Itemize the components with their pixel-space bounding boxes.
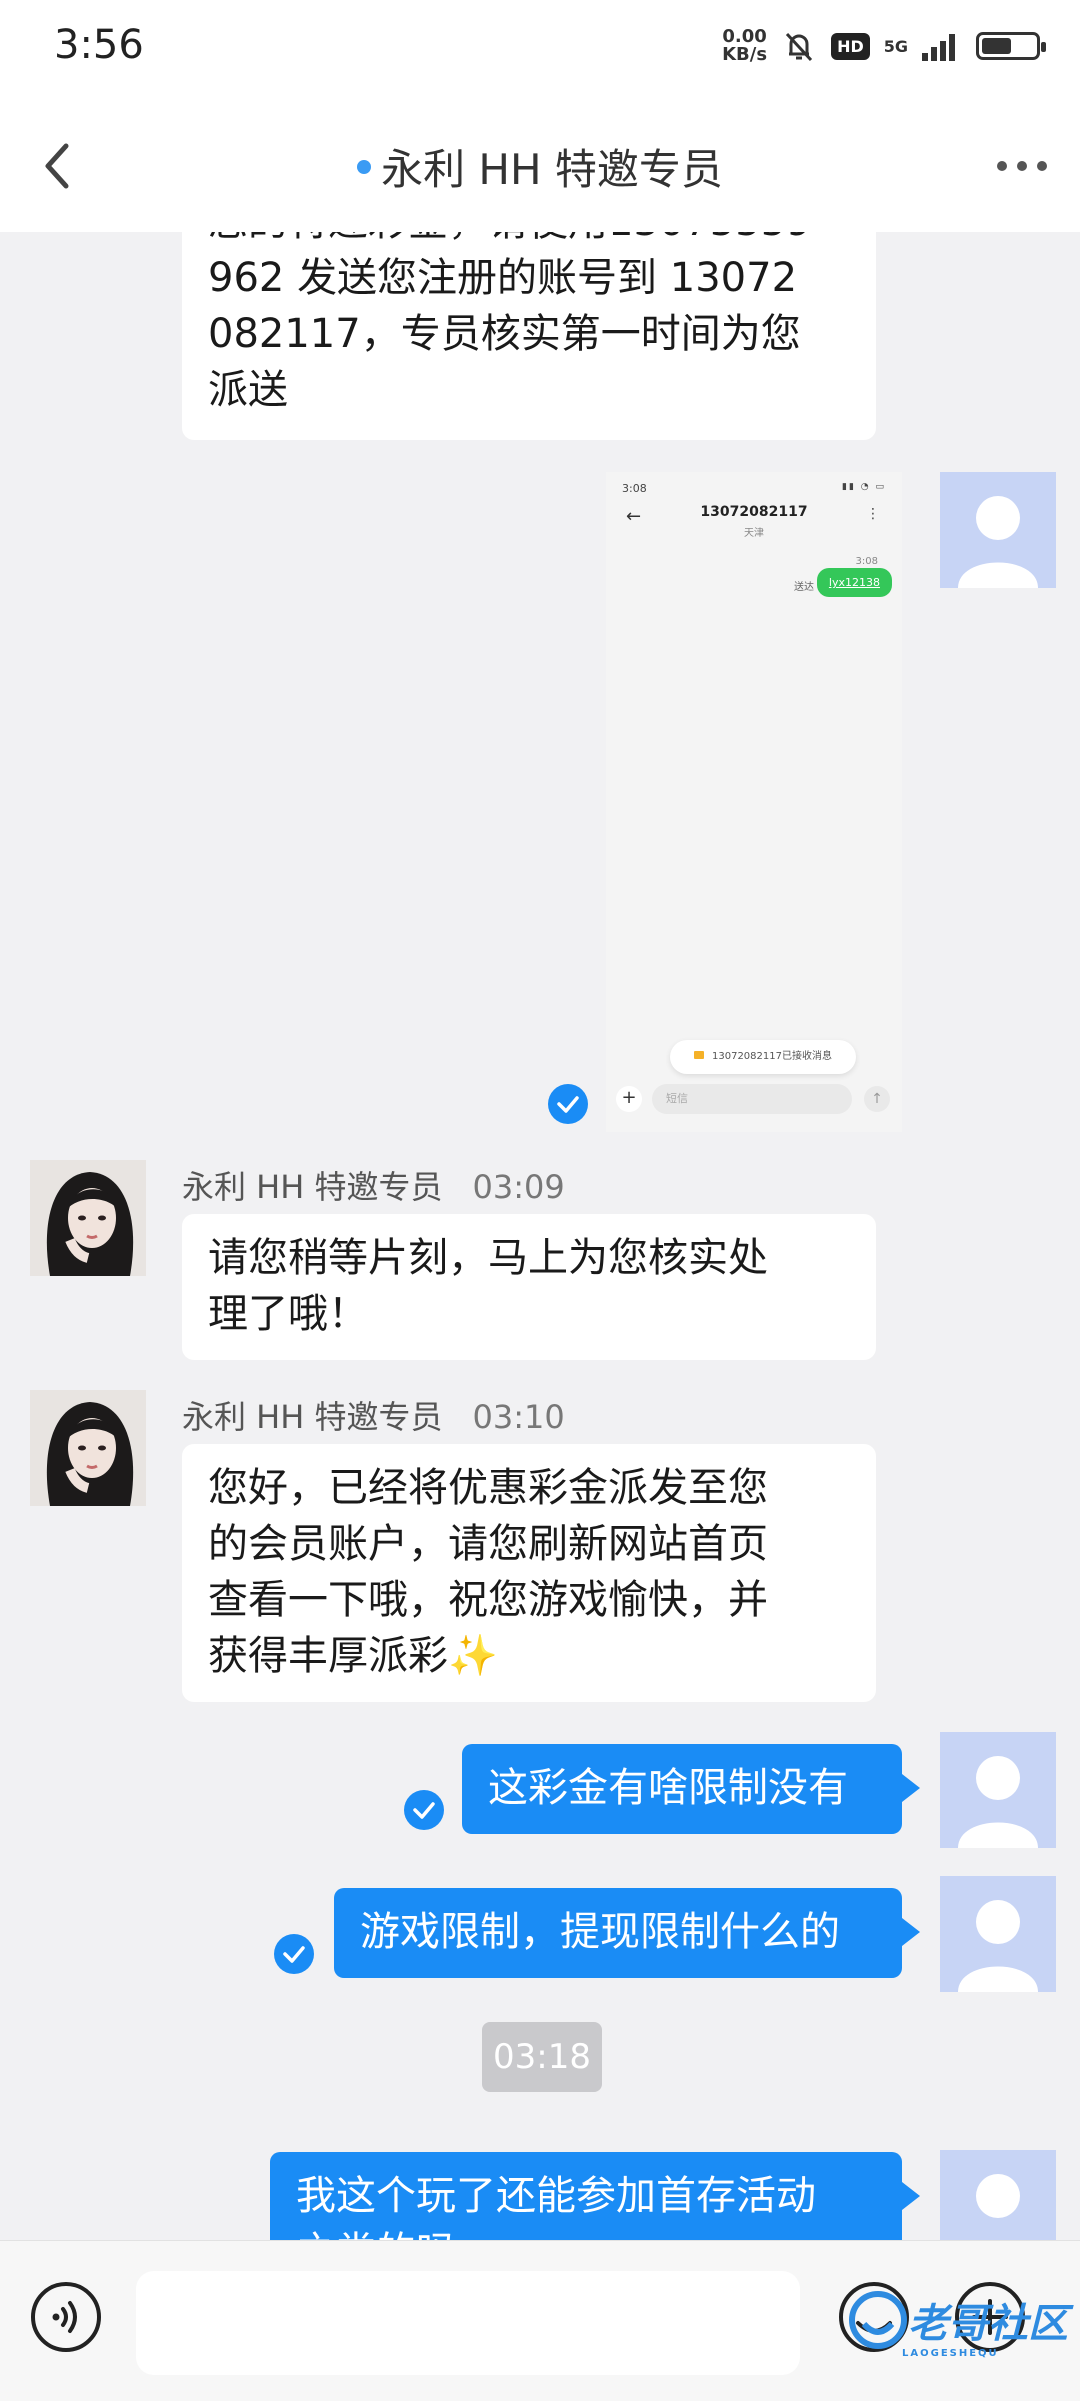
watermark-subtext: LAOGESHEQU xyxy=(902,2348,999,2359)
signal-icon xyxy=(922,34,955,61)
shot-toast: 13072082117已接收消息 xyxy=(670,1040,856,1074)
chat-title: 永利 HH 特邀专员 xyxy=(381,145,723,194)
voice-icon[interactable] xyxy=(28,2279,104,2355)
message-line: 请您稍等片刻，马上为您核实处 xyxy=(208,1235,768,1281)
chat-area[interactable]: 您的特邀彩金，请使用13075559 962 发送您注册的账号到 13072 0… xyxy=(0,232,1080,2240)
message-line: 查看一下哦，祝您游戏愉快，并 xyxy=(208,1577,768,1623)
contact-avatar[interactable] xyxy=(30,1390,146,1506)
shot-input: 短信 xyxy=(652,1084,852,1114)
my-avatar[interactable] xyxy=(940,1876,1056,1992)
message-line: 的会员账户，请您刷新网站首页 xyxy=(208,1521,768,1567)
incoming-message-3[interactable]: 您好，已经将优惠彩金派发至您 的会员账户，请您刷新网站首页 查看一下哦，祝您游戏… xyxy=(182,1444,876,1702)
default-avatar-icon xyxy=(958,1900,1038,1992)
status-icons: 0.00 KB/s HD 5G xyxy=(722,28,1046,64)
message-line: 您的特邀彩金，请使用13075559 xyxy=(208,232,850,250)
net-speed: 0.00 KB/s xyxy=(722,28,767,64)
chat-title-wrap: 永利 HH 特邀专员 xyxy=(0,136,1080,197)
shot-time: 3:08 xyxy=(622,482,647,495)
outgoing-message-6[interactable]: 我这个玩了还能参加首存活动 之类的吗 xyxy=(270,2152,920,2240)
sender-info: 永利 HH 特邀专员 03:09 xyxy=(182,1162,565,1208)
incoming-message-1[interactable]: 您的特邀彩金，请使用13075559 962 发送您注册的账号到 13072 0… xyxy=(182,232,876,440)
battery-cap xyxy=(1041,42,1046,52)
chat-header: 永利 HH 特邀专员 xyxy=(0,100,1080,232)
message-line: 082117，专员核实第一时间为您 xyxy=(208,311,801,357)
default-avatar-icon xyxy=(958,1756,1038,1848)
watermark-logo: 老哥社区 LAOGESHEQU xyxy=(848,2282,1068,2359)
incoming-message-2[interactable]: 请您稍等片刻，马上为您核实处 理了哦！ xyxy=(182,1214,876,1360)
battery-fill xyxy=(982,38,1011,54)
default-avatar-icon xyxy=(976,2174,1020,2218)
outgoing-message-4[interactable]: 这彩金有啥限制没有 xyxy=(462,1744,920,1834)
shot-sent-bubble: lyx12138 xyxy=(816,568,892,597)
shot-send-icon: ↑ xyxy=(864,1086,890,1112)
message-line: 您好，已经将优惠彩金派发至您 xyxy=(208,1465,768,1511)
online-dot xyxy=(357,159,372,174)
message-line: 获得丰厚派彩✨ xyxy=(208,1633,498,1679)
hd-badge: HD xyxy=(831,32,870,60)
shot-sent-label: 送达 xyxy=(794,582,814,593)
sender-name: 永利 HH 特邀专员 xyxy=(182,1398,443,1436)
message-time: 03:10 xyxy=(472,1398,565,1436)
watermark-text: 老哥社区 xyxy=(908,2301,1068,2347)
read-check-icon xyxy=(404,1790,444,1830)
contact-photo xyxy=(30,1160,146,1276)
shot-msg-time: 3:08 xyxy=(855,556,878,567)
shot-number: 13072082117 xyxy=(700,504,808,520)
shot-city: 天津 xyxy=(744,528,764,539)
status-bar: 3:56 0.00 KB/s HD 5G xyxy=(0,0,1080,100)
sender-info: 永利 HH 特邀专员 03:10 xyxy=(182,1392,565,1438)
battery-icon xyxy=(976,32,1046,60)
message-input[interactable] xyxy=(136,2271,800,2375)
message-line: 962 发送您注册的账号到 13072 xyxy=(208,255,798,301)
shot-plus-icon: + xyxy=(616,1086,642,1112)
message-line: 之类的吗 xyxy=(296,2224,876,2240)
watermark-icon xyxy=(849,2291,907,2349)
my-avatar[interactable] xyxy=(940,2150,1056,2240)
message-text: 这彩金有啥限制没有 xyxy=(488,1765,848,1811)
shot-status-icons: ▮▮ ◔ ▭ xyxy=(842,482,886,492)
my-avatar[interactable] xyxy=(940,1732,1056,1848)
network-type: 5G xyxy=(883,36,908,56)
sent-image-screenshot[interactable]: 3:08 ▮▮ ◔ ▭ ← 13072082117 天津 ⋮ 3:08 送达 l… xyxy=(606,472,902,1132)
sender-name: 永利 HH 特邀专员 xyxy=(182,1168,443,1206)
message-text: 游戏限制，提现限制什么的 xyxy=(360,1909,840,1955)
outgoing-message-5[interactable]: 游戏限制，提现限制什么的 xyxy=(334,1888,920,1978)
shot-toast-text: 13072082117已接收消息 xyxy=(712,1051,832,1062)
message-time: 03:09 xyxy=(472,1168,565,1206)
contact-photo xyxy=(30,1390,146,1506)
contact-avatar[interactable] xyxy=(30,1160,146,1276)
my-avatar[interactable] xyxy=(940,472,1056,588)
shot-toast-icon xyxy=(694,1051,704,1059)
default-avatar-icon xyxy=(958,496,1038,588)
net-speed-unit: KB/s xyxy=(722,44,768,65)
time-divider: 03:18 xyxy=(482,2022,602,2092)
read-check-icon xyxy=(274,1934,314,1974)
message-line: 理了哦！ xyxy=(208,1291,368,1337)
mute-bell-icon xyxy=(785,32,813,62)
read-check-icon xyxy=(548,1084,588,1124)
status-time: 3:56 xyxy=(54,22,144,68)
shot-menu-icon: ⋮ xyxy=(866,506,880,522)
message-line: 派送 xyxy=(208,367,288,413)
more-icon[interactable] xyxy=(992,156,1052,176)
message-line: 我这个玩了还能参加首存活动 xyxy=(296,2173,816,2219)
